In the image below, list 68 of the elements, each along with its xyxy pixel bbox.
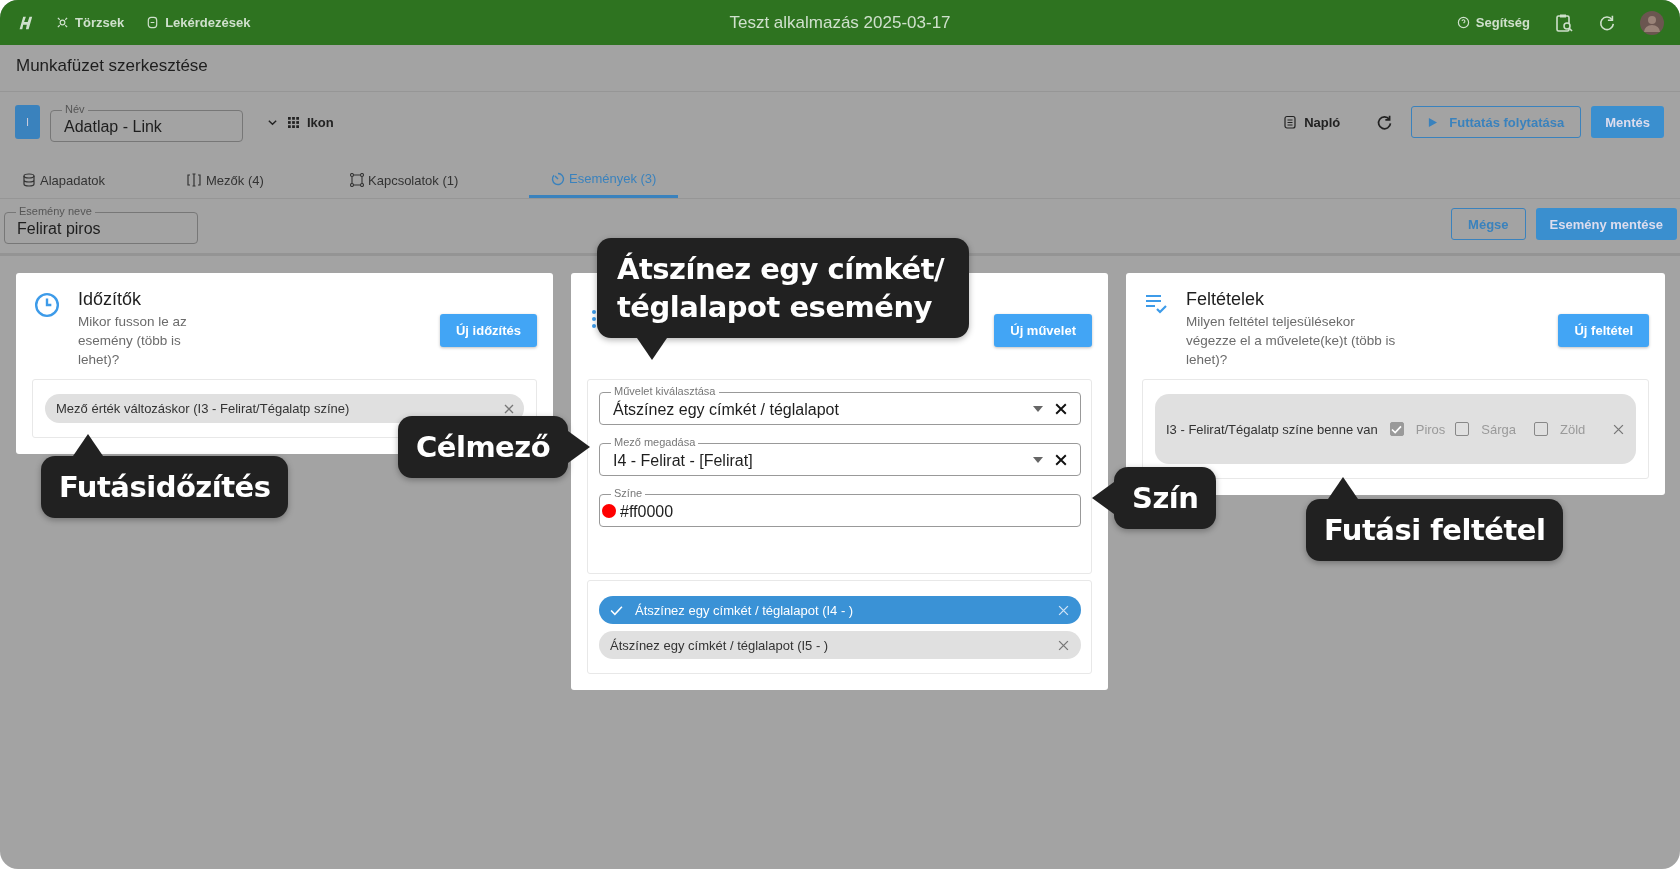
card-title: Időzítők	[78, 289, 143, 310]
query-icon	[146, 16, 160, 29]
pointer-arrow	[637, 338, 667, 360]
help-icon	[1456, 16, 1470, 29]
database-icon	[22, 173, 36, 187]
callout: Átszínez egy címkét/ téglalapot esemény	[597, 238, 969, 338]
new-timer-button[interactable]: Új időzítés	[440, 314, 537, 347]
grid-icon	[288, 116, 299, 128]
select-field[interactable]: Mező megadása I4 - Felirat - [Felirat]	[599, 435, 1081, 476]
action-chip[interactable]: Átszínez egy címkét / téglalapot (I5 - )	[599, 631, 1081, 659]
new-action-button[interactable]: Új művelet	[994, 314, 1092, 347]
play-icon	[1428, 117, 1438, 127]
list-icon	[591, 309, 597, 329]
card-description: Mikor fusson le az esemény (több is lehet)?	[78, 313, 188, 369]
timer-chip[interactable]: Mező érték változáskor (I3 - Felirat/Tégalatp színe)	[45, 394, 524, 423]
color-option[interactable]: Piros	[1389, 421, 1446, 437]
tab[interactable]: Mezők (4)	[186, 162, 350, 198]
connections-icon	[350, 173, 364, 187]
clock-icon	[34, 292, 60, 318]
callout: Futásidőzítés	[41, 456, 289, 518]
event-name-field[interactable]: Esemény neve Felirat piros	[4, 204, 198, 244]
list-icon	[1284, 115, 1297, 129]
avatar[interactable]	[1640, 10, 1664, 35]
pointer-arrow	[1328, 477, 1358, 499]
close-icon[interactable]	[1055, 453, 1067, 466]
page-title: Munkafüzet szerkesztése	[0, 45, 1680, 92]
app-title: Teszt alkalmazás 2025-03-17	[729, 12, 951, 33]
refresh-icon[interactable]	[1598, 13, 1616, 32]
text-field-icon	[186, 173, 202, 187]
checkbox[interactable]	[1389, 422, 1404, 436]
condition-text: I3 - Felirat/Tégalatp színe benne van	[1166, 421, 1378, 437]
card-description: Milyen feltétel teljesülésekor végezze el a művelete(ke)t (több is lehet)?	[1186, 313, 1397, 369]
refresh-icon[interactable]	[1376, 113, 1394, 131]
nav-link[interactable]: Törzsek	[56, 15, 125, 30]
chip-label: Átszínez egy címkét / téglalapot (I4 - )	[635, 602, 855, 618]
chip-label: Átszínez egy címkét / téglalapot (I5 - )	[610, 637, 830, 653]
node-icon	[56, 16, 69, 29]
tab[interactable]: Alapadatok	[22, 162, 186, 198]
save-event-button[interactable]: Esemény mentése	[1535, 208, 1677, 240]
card-title: Feltételek	[1186, 289, 1266, 310]
timer-icon	[551, 171, 565, 186]
clipboard-search-icon[interactable]	[1554, 12, 1574, 33]
checkbox[interactable]	[1455, 422, 1470, 436]
log-button[interactable]: Napló	[1284, 114, 1341, 130]
save-button[interactable]: Mentés	[1591, 106, 1664, 138]
pointer-arrow	[568, 431, 591, 463]
color-option[interactable]: Sárga	[1455, 421, 1517, 437]
help-link[interactable]: Segítség	[1456, 15, 1530, 30]
dropdown-icon	[1033, 456, 1043, 463]
new-condition-button[interactable]: Új feltétel	[1558, 314, 1649, 347]
checklist-icon	[1144, 292, 1168, 316]
pointer-arrow	[1092, 482, 1114, 514]
select-field[interactable]: Művelet kiválasztása Átszínez egy címkét / téglalapot	[599, 384, 1081, 425]
pointer-arrow	[73, 434, 103, 456]
checkbox[interactable]	[1534, 422, 1549, 436]
callout: Futási feltétel	[1306, 499, 1564, 561]
chip-label: Mező érték változáskor (I3 - Felirat/Tégalatp színe)	[56, 401, 350, 416]
badge-button[interactable]: I	[15, 105, 40, 139]
icon-picker[interactable]: Ikon	[288, 114, 334, 130]
color-option[interactable]: Zöld	[1534, 421, 1586, 437]
color-field[interactable]: Színe #ff0000	[599, 486, 1081, 527]
dropdown-icon	[1033, 405, 1043, 412]
tab[interactable]: Kapcsolatok (1)	[350, 162, 529, 198]
close-icon[interactable]	[1055, 402, 1067, 415]
action-chip[interactable]: Átszínez egy címkét / téglalapot (I4 - )	[599, 596, 1081, 624]
nav-link[interactable]: Lekérdezések	[146, 15, 251, 30]
check-icon	[610, 604, 623, 616]
name-field[interactable]: Név Adatlap - Link	[50, 102, 243, 142]
